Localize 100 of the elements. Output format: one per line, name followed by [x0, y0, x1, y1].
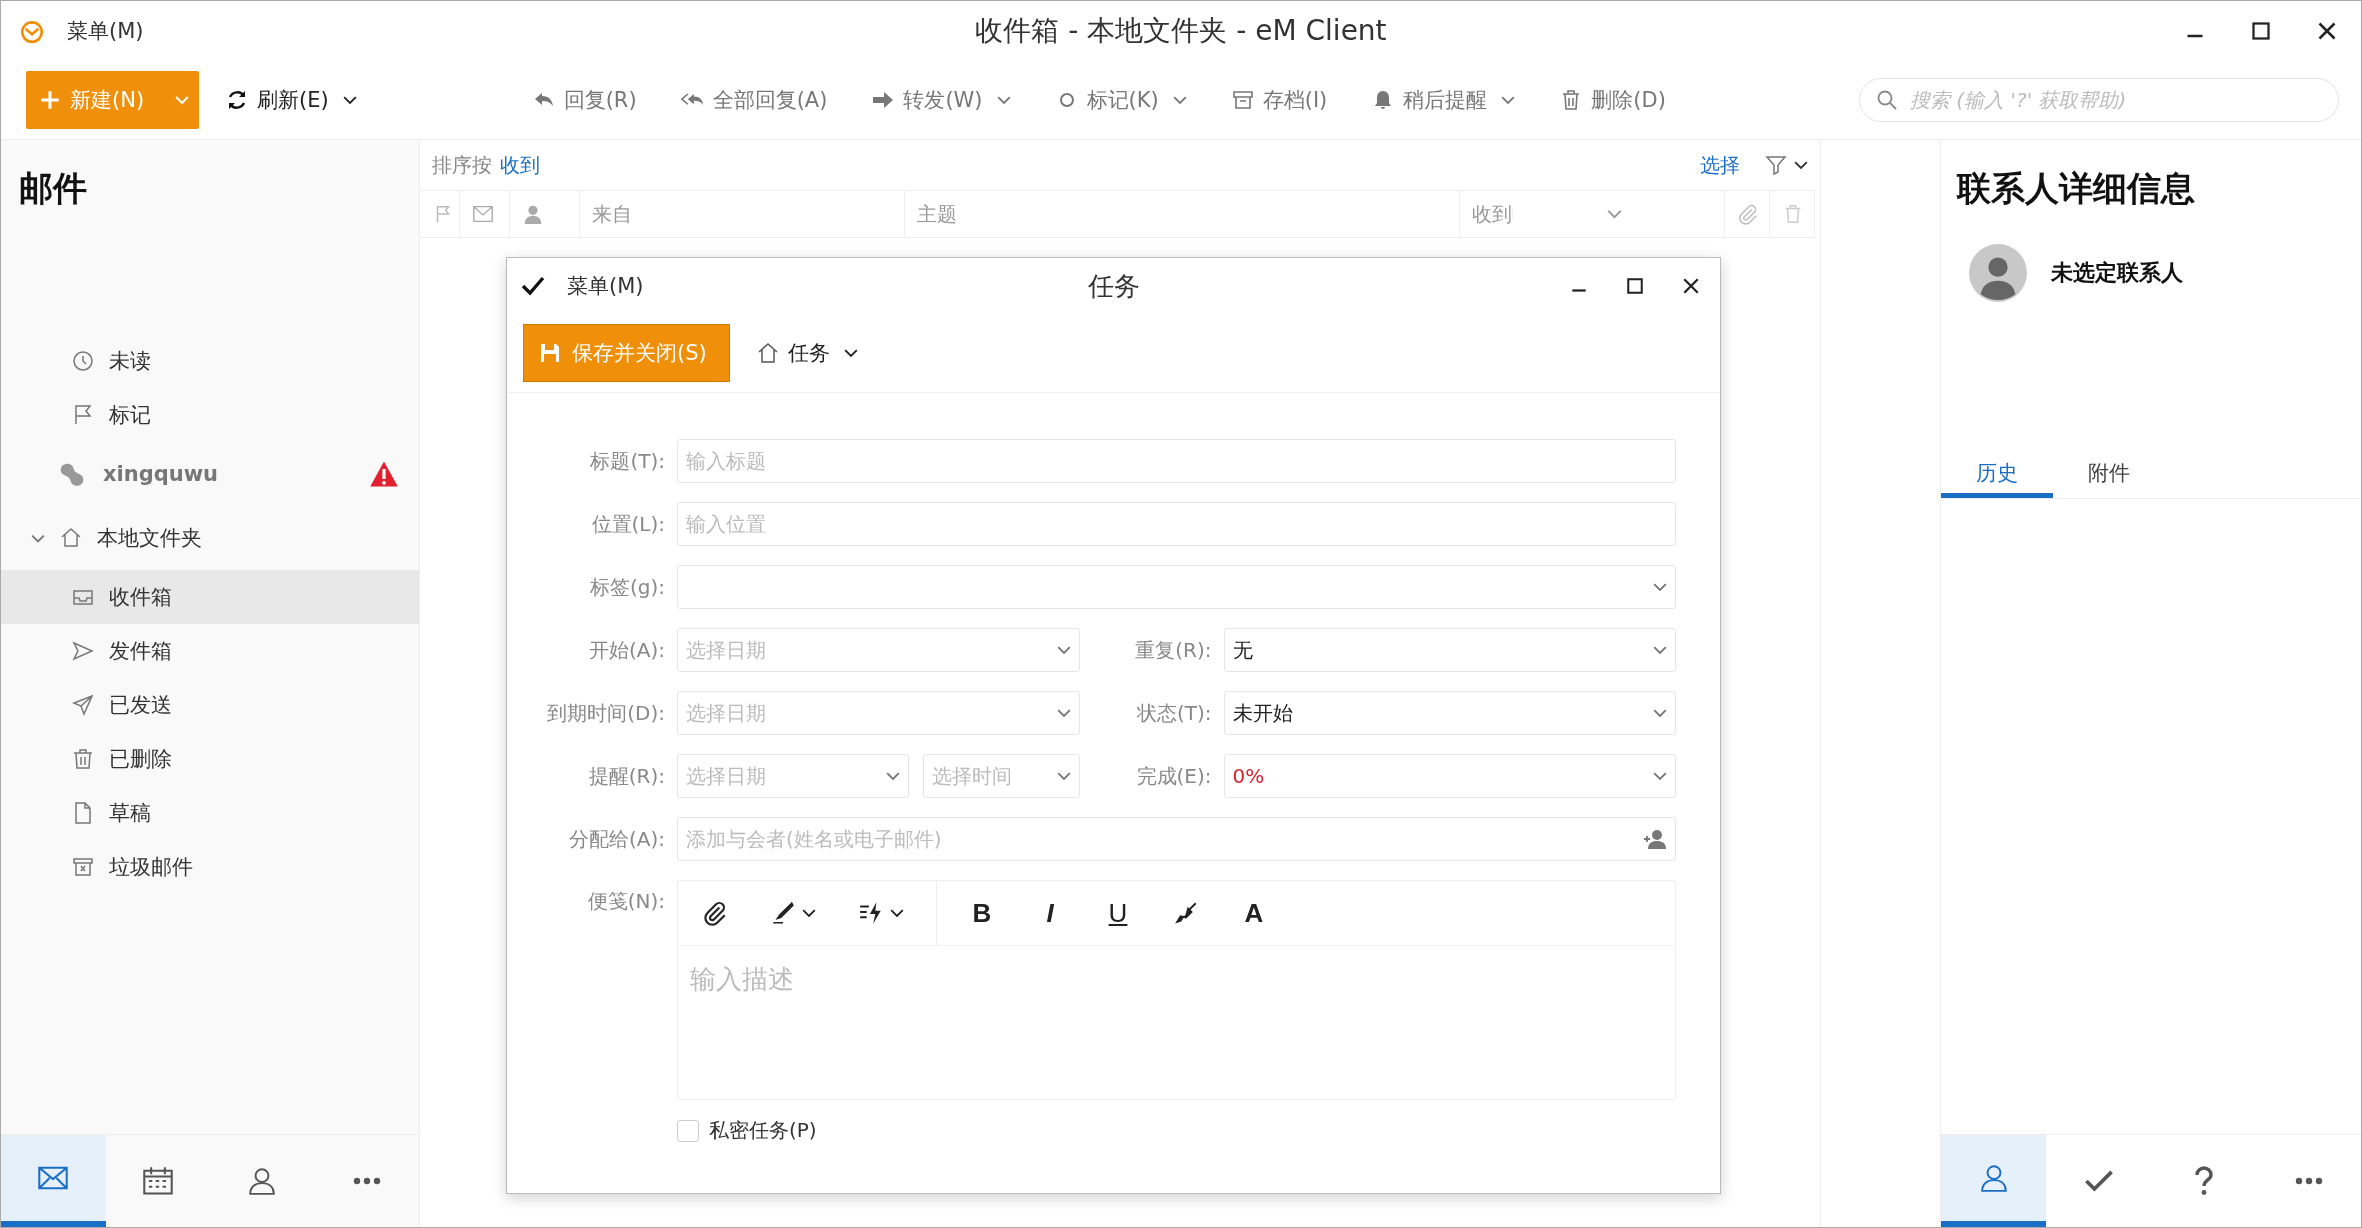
mail-nav-button[interactable]: [1, 1135, 106, 1227]
paperclip-icon: [1737, 203, 1759, 225]
field-label: 状态(T):: [1135, 699, 1213, 727]
chevron-down-icon: [886, 771, 901, 781]
sort-label: 排序按: [432, 151, 492, 179]
person-icon: [522, 203, 544, 225]
dropdown-field[interactable]: 0%: [1223, 754, 1676, 798]
funnel-icon: [1764, 153, 1788, 177]
folder-item[interactable]: 垃圾邮件: [1, 840, 419, 894]
caret-icon: [843, 348, 858, 358]
add-person-icon: [1643, 827, 1667, 851]
maximize-button[interactable]: [2251, 21, 2271, 41]
sidebar-heading: 邮件: [18, 167, 88, 210]
search-field[interactable]: 搜索 (输入 '?' 获取帮助): [1859, 78, 2339, 122]
window-title: 收件箱 - 本地文件夹 - eM Client: [975, 13, 1387, 49]
italic-button[interactable]: I: [1027, 891, 1073, 935]
reminder-button[interactable]: 稍后提醒: [1371, 86, 1516, 114]
task-type-dropdown[interactable]: 任务: [755, 339, 858, 367]
folder-item[interactable]: 已发送: [1, 678, 419, 732]
field-label: 提醒(R):: [587, 762, 666, 790]
bold-button[interactable]: B: [959, 891, 1005, 935]
trash-icon: [71, 747, 95, 771]
calendar-icon: [141, 1166, 174, 1196]
send-arrow-icon: [71, 639, 95, 663]
brush-icon: [1173, 900, 1199, 926]
field-label: 位置(L):: [590, 510, 666, 538]
search-icon: [1875, 88, 1899, 112]
folder-item[interactable]: 已删除: [1, 732, 419, 786]
close-button[interactable]: [1682, 277, 1700, 295]
caret-icon: [890, 908, 904, 918]
archive-box-icon: [1230, 88, 1255, 112]
chevron-down-icon: [1653, 582, 1667, 592]
clock-icon: [71, 349, 95, 373]
field-label: 便笺(N):: [586, 888, 666, 915]
archive-button[interactable]: 存档(I): [1230, 86, 1328, 114]
sort-link[interactable]: 收到: [500, 151, 540, 179]
notes-editor[interactable]: B I U A 输入描述: [677, 880, 1676, 1100]
private-task-checkbox[interactable]: 私密任务(P): [677, 1117, 817, 1144]
chevron-down-icon: [1056, 771, 1071, 781]
panel-tab[interactable]: 历史: [1941, 452, 2053, 498]
field-label: 到期时间(D):: [546, 699, 666, 727]
filter-button[interactable]: [1764, 153, 1808, 177]
text-field[interactable]: 输入标题: [677, 439, 1676, 483]
pen-icon: [770, 900, 796, 926]
caret-icon: [802, 908, 816, 918]
select-link[interactable]: 选择: [1700, 151, 1740, 179]
field-label: 标题(T):: [589, 447, 666, 475]
menu-button[interactable]: 菜单(M): [567, 272, 644, 300]
field-label: 开始(A):: [587, 636, 666, 664]
close-button[interactable]: [2317, 21, 2337, 41]
caret-icon: [1794, 160, 1808, 170]
field-label: 重复(R):: [1134, 636, 1213, 664]
flag-button[interactable]: 标记(K): [1054, 86, 1187, 114]
caret-icon: [1172, 95, 1187, 105]
avatar-icon: [1969, 244, 2027, 302]
chevron-down-icon: [1056, 645, 1071, 655]
chevron-down-icon: [1653, 645, 1667, 655]
folder-item[interactable]: 标记: [1, 388, 419, 442]
maximize-button[interactable]: [1626, 277, 1644, 295]
panel-tab[interactable]: 附件: [2053, 452, 2165, 498]
text-field[interactable]: 输入位置: [677, 502, 1676, 546]
caret-icon: [175, 95, 189, 105]
forward-button[interactable]: 转发(W): [871, 86, 1011, 114]
dropdown-field[interactable]: [677, 565, 1676, 609]
menu-button[interactable]: 菜单(M): [67, 17, 144, 45]
dropdown-field[interactable]: 未开始: [1223, 691, 1676, 735]
field-label: 分配给(A):: [567, 825, 666, 853]
reply-all-button[interactable]: 全部回复(A): [680, 86, 828, 114]
dropdown-field[interactable]: 无: [1223, 628, 1676, 672]
caret-icon: [996, 95, 1011, 105]
home-icon: [59, 526, 83, 550]
folder-item[interactable]: 草稿: [1, 786, 419, 840]
account-item[interactable]: xingquwu: [1, 442, 419, 506]
refresh-button[interactable]: 刷新(E): [225, 86, 357, 114]
app-logo-icon: [19, 18, 45, 44]
folder-item[interactable]: 收件箱: [1, 570, 419, 624]
panel-heading: 联系人详细信息: [1955, 167, 2196, 210]
envelope-icon: [472, 203, 494, 225]
underline-button[interactable]: U: [1095, 891, 1141, 935]
folder-item[interactable]: 未读: [1, 334, 419, 388]
delete-button[interactable]: 删除(D): [1559, 86, 1666, 114]
field-label: 完成(E):: [1135, 762, 1213, 790]
paper-plane-icon: [71, 693, 95, 717]
chevron-down-icon: [1653, 771, 1667, 781]
paperclip-icon: [702, 900, 728, 926]
dialog-title: 任务: [1087, 269, 1140, 303]
chevron-down-icon: [1653, 708, 1667, 718]
contact-nav-button[interactable]: [1941, 1135, 2046, 1227]
checkmark-icon: [521, 276, 545, 296]
field-label: 标签(g):: [588, 573, 666, 601]
folder-item[interactable]: 本地文件夹: [1, 506, 419, 570]
chevron-down-icon: [1056, 708, 1071, 718]
folder-item[interactable]: 发件箱: [1, 624, 419, 678]
contact-name: 未选定联系人: [2051, 259, 2183, 287]
reply-button[interactable]: 回复(R): [531, 86, 637, 114]
warning-icon: [369, 460, 399, 488]
notes-placeholder: 输入描述: [690, 964, 794, 994]
caret-icon: [1501, 95, 1516, 105]
junk-box-icon: [71, 855, 95, 879]
font-color-button[interactable]: A: [1231, 891, 1277, 935]
